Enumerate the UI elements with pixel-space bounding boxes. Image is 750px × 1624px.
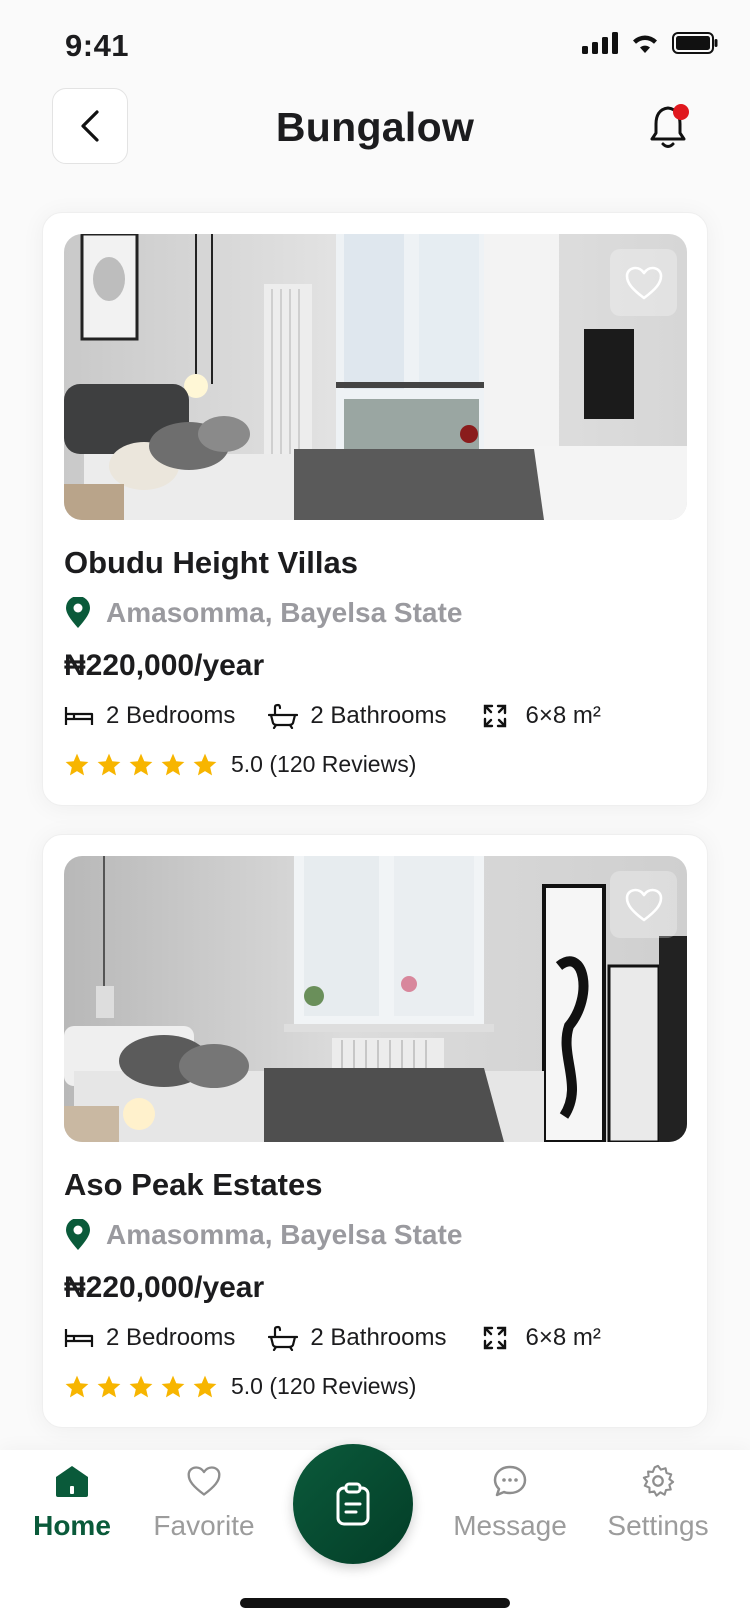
- notification-dot: [673, 104, 689, 120]
- listing-features: 2 Bedrooms 2 Bathrooms 6×8 m²: [64, 1324, 601, 1352]
- star-icon: [161, 1375, 185, 1397]
- tab-favorite[interactable]: Favorite: [124, 1464, 284, 1542]
- star-icon: [129, 753, 153, 775]
- tab-home-label: Home: [33, 1510, 111, 1541]
- star-icon: [129, 1375, 153, 1397]
- home-icon: [56, 1466, 88, 1497]
- bedrooms-feature: 2 Bedrooms: [64, 1324, 235, 1352]
- listing-name: Aso Peak Estates: [64, 1167, 323, 1202]
- location-text: Amasomma, Bayelsa State: [106, 597, 463, 628]
- bathrooms-label: 2 Bathrooms: [310, 702, 447, 729]
- rating-row: 5.0 (120 Reviews): [64, 1373, 416, 1400]
- heart-icon: [187, 1466, 221, 1496]
- tab-favorite-label: Favorite: [153, 1510, 255, 1541]
- bathtub-icon: [268, 1325, 299, 1351]
- notification-button[interactable]: [648, 102, 694, 152]
- chat-bubble-icon: [493, 1465, 527, 1497]
- listing-name: Obudu Height Villas: [64, 545, 358, 580]
- rating-text: 5.0 (120 Reviews): [231, 751, 417, 777]
- listing-price: ₦220,000/year: [64, 649, 265, 682]
- listing-card[interactable]: Aso Peak Estates Amasomma, Bayelsa State…: [42, 834, 708, 1428]
- size-label: 6×8 m²: [525, 1324, 601, 1351]
- tab-message-label: Message: [453, 1510, 567, 1541]
- star-icon: [161, 753, 185, 775]
- bathrooms-feature: 2 Bathrooms: [268, 702, 446, 730]
- tab-settings-label: Settings: [607, 1510, 709, 1541]
- location-pin-icon: [66, 1219, 90, 1250]
- listing-price: ₦220,000/year: [64, 1271, 265, 1304]
- expand-icon: [484, 1326, 507, 1350]
- bathrooms-feature: 2 Bathrooms: [268, 1324, 446, 1352]
- header: Bungalow: [0, 88, 750, 170]
- star-icon: [65, 1375, 89, 1397]
- star-icon: [193, 753, 217, 775]
- listing-location: Amasomma, Bayelsa State: [64, 1219, 462, 1251]
- listing-photo: [64, 856, 687, 1142]
- listing-features: 2 Bedrooms 2 Bathrooms 6×8 m²: [64, 702, 601, 730]
- battery-icon: [672, 32, 718, 54]
- bedrooms-label: 2 Bedrooms: [106, 1324, 236, 1351]
- star-icon: [97, 1375, 121, 1397]
- size-feature: 6×8 m²: [483, 1324, 601, 1352]
- home-indicator: [240, 1598, 510, 1608]
- star-icon: [193, 1375, 217, 1397]
- size-feature: 6×8 m²: [483, 702, 601, 730]
- tab-message[interactable]: Message: [430, 1464, 590, 1542]
- bedrooms-feature: 2 Bedrooms: [64, 702, 235, 730]
- status-icons: [582, 32, 718, 54]
- gear-icon: [642, 1464, 675, 1497]
- status-time: 9:41: [65, 28, 130, 63]
- favorite-button[interactable]: [610, 871, 677, 938]
- heart-icon: [625, 266, 662, 299]
- bed-icon: [64, 707, 94, 725]
- bathrooms-label: 2 Bathrooms: [310, 1324, 447, 1351]
- listing-location: Amasomma, Bayelsa State: [64, 597, 462, 629]
- rating-text: 5.0 (120 Reviews): [231, 1373, 417, 1399]
- status-bar: 9:41: [0, 0, 750, 90]
- heart-icon: [625, 888, 662, 921]
- location-text: Amasomma, Bayelsa State: [106, 1219, 463, 1250]
- star-icon: [65, 753, 89, 775]
- listing-photo: [64, 234, 687, 520]
- clipboard-icon: [336, 1482, 370, 1526]
- star-icon: [97, 753, 121, 775]
- location-pin-icon: [66, 597, 90, 628]
- rating-row: 5.0 (120 Reviews): [64, 751, 416, 778]
- favorite-button[interactable]: [610, 249, 677, 316]
- listings-action-button[interactable]: [293, 1444, 413, 1564]
- bathtub-icon: [268, 703, 299, 729]
- listing-card[interactable]: Obudu Height Villas Amasomma, Bayelsa St…: [42, 212, 708, 806]
- wifi-icon: [633, 35, 657, 53]
- bed-icon: [64, 1329, 94, 1347]
- tab-settings[interactable]: Settings: [578, 1464, 738, 1542]
- bedrooms-label: 2 Bedrooms: [106, 702, 236, 729]
- signal-icon: [582, 32, 618, 54]
- expand-icon: [484, 704, 507, 728]
- bell-icon: [650, 104, 689, 148]
- page-title: Bungalow: [275, 104, 475, 150]
- size-label: 6×8 m²: [525, 702, 601, 729]
